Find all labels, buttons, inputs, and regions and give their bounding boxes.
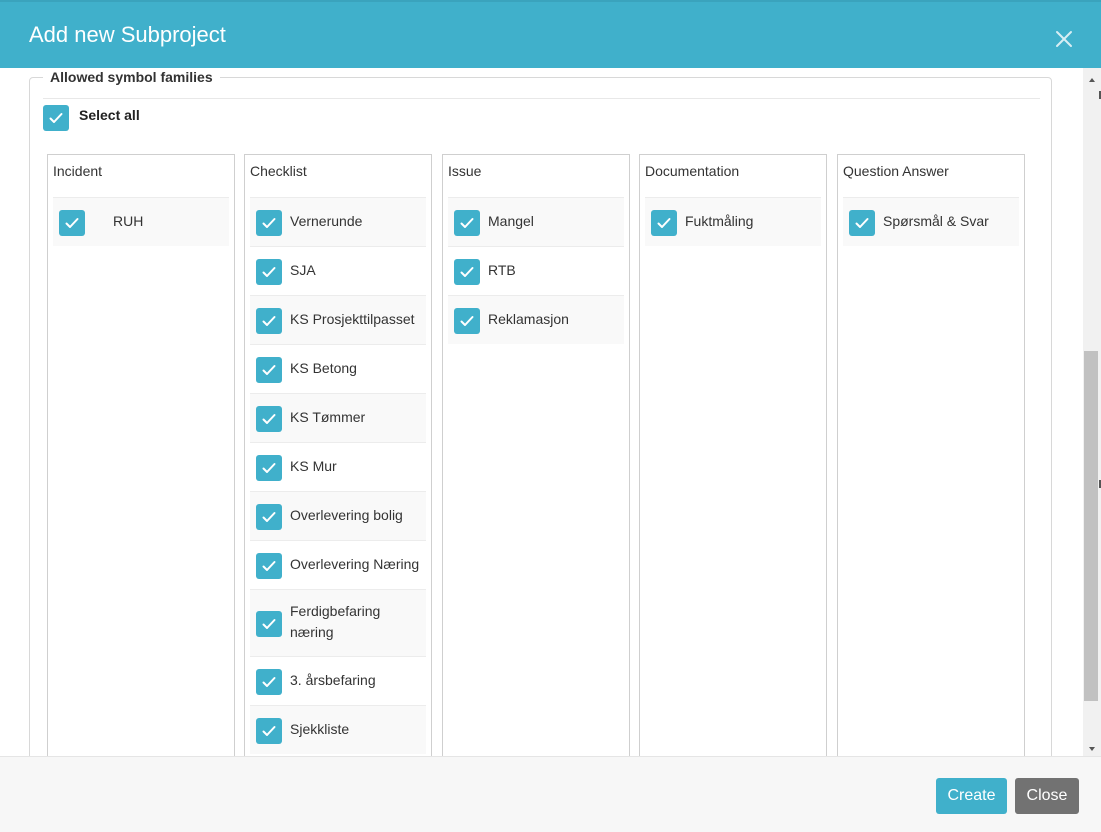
- item-label: KS Tømmer: [290, 409, 366, 425]
- item-label: SJA: [290, 262, 316, 278]
- item-label: KS Mur: [290, 458, 337, 474]
- list-item[interactable]: Fuktmåling: [645, 197, 821, 246]
- column-title: Incident: [53, 163, 103, 179]
- scroll-down-arrow-icon[interactable]: [1087, 741, 1097, 751]
- select-all-label: Select all: [79, 107, 140, 123]
- checkmark-icon: [65, 218, 79, 228]
- list-item[interactable]: RUH: [53, 197, 229, 246]
- column-issue: Issue Mangel RTB Reklamasjon: [442, 154, 630, 756]
- create-button[interactable]: Create: [936, 778, 1007, 814]
- list-item[interactable]: Ferdigbefaring næring: [250, 589, 426, 656]
- item-label: RTB: [488, 262, 516, 278]
- item-label: 3. årsbefaring: [290, 672, 376, 688]
- list-item[interactable]: KS Prosjekttilpasset: [250, 295, 426, 344]
- item-checkbox[interactable]: [454, 259, 480, 285]
- item-checkbox[interactable]: [256, 210, 282, 236]
- item-checkbox[interactable]: [256, 259, 282, 285]
- item-label: RUH: [113, 213, 144, 229]
- list-item[interactable]: Mangel: [448, 197, 624, 246]
- item-label: Mangel: [488, 213, 534, 229]
- column-title: Documentation: [645, 163, 740, 179]
- checkmark-icon: [262, 677, 276, 687]
- item-checkbox[interactable]: [256, 357, 282, 383]
- list-item[interactable]: Spørsmål & Svar: [843, 197, 1019, 246]
- column-question-answer: Question Answer Spørsmål & Svar: [837, 154, 1025, 756]
- close-icon[interactable]: [1052, 27, 1076, 51]
- select-all-checkbox[interactable]: [43, 105, 69, 131]
- item-checkbox[interactable]: [454, 308, 480, 334]
- item-label: Vernerunde: [290, 213, 363, 229]
- list-item[interactable]: 3. årsbefaring: [250, 656, 426, 705]
- item-label: Overlevering bolig: [290, 507, 403, 523]
- item-checkbox[interactable]: [59, 210, 85, 236]
- checkmark-icon: [262, 218, 276, 228]
- dialog-body: Allowed symbol families Select all Incid…: [0, 68, 1101, 756]
- checkmark-icon: [262, 414, 276, 424]
- item-checkbox[interactable]: [256, 504, 282, 530]
- item-label: Reklamasjon: [488, 311, 569, 327]
- checkmark-icon: [262, 561, 276, 571]
- item-checkbox[interactable]: [256, 718, 282, 744]
- dialog-title: Add new Subproject: [29, 22, 226, 47]
- item-label: Overlevering Næring: [290, 556, 420, 572]
- list-item[interactable]: KS Tømmer: [250, 393, 426, 442]
- item-label: Spørsmål & Svar: [883, 213, 989, 229]
- checkmark-icon: [262, 463, 276, 473]
- checkmark-icon: [262, 619, 276, 629]
- list-item[interactable]: Sjekkliste: [250, 705, 426, 754]
- item-label: Fuktmåling: [685, 213, 754, 229]
- column-title: Checklist: [250, 163, 307, 179]
- dialog-header: Add new Subproject: [0, 0, 1101, 68]
- checkmark-icon: [460, 218, 474, 228]
- column-documentation: Documentation Fuktmåling: [639, 154, 827, 756]
- item-label: Sjekkliste: [290, 721, 350, 737]
- item-checkbox[interactable]: [256, 611, 282, 637]
- item-checkbox[interactable]: [651, 210, 677, 236]
- item-checkbox[interactable]: [256, 669, 282, 695]
- list-item[interactable]: Overlevering bolig: [250, 491, 426, 540]
- checkmark-icon: [262, 316, 276, 326]
- list-item[interactable]: SJA: [250, 246, 426, 295]
- scroll-up-arrow-icon[interactable]: [1087, 72, 1097, 82]
- checkmark-icon: [262, 512, 276, 522]
- checkmark-icon: [855, 218, 869, 228]
- item-label: Ferdigbefaring næring: [290, 603, 381, 640]
- checkmark-icon: [460, 316, 474, 326]
- column-checklist: Checklist Vernerunde SJA KS Prosjekttilpass…: [244, 154, 432, 756]
- checkmark-icon: [460, 267, 474, 277]
- list-item[interactable]: Overlevering Næring: [250, 540, 426, 589]
- checkmark-icon: [262, 365, 276, 375]
- legend-divider: [43, 98, 1040, 99]
- list-item[interactable]: KS Mur: [250, 442, 426, 491]
- column-title: Issue: [448, 163, 482, 179]
- item-checkbox[interactable]: [256, 455, 282, 481]
- close-button[interactable]: Close: [1015, 778, 1079, 814]
- item-checkbox[interactable]: [849, 210, 875, 236]
- checkmark-icon: [262, 726, 276, 736]
- column-title: Question Answer: [843, 163, 949, 179]
- add-subproject-dialog: Add new Subproject Allowed symbol famili…: [0, 0, 1101, 832]
- checkmark-icon: [262, 267, 276, 277]
- item-label: KS Betong: [290, 360, 357, 376]
- item-label: KS Prosjekttilpasset: [290, 311, 415, 327]
- list-item[interactable]: Vernerunde: [250, 197, 426, 246]
- checkmark-icon: [49, 113, 63, 123]
- list-item[interactable]: Reklamasjon: [448, 295, 624, 344]
- item-checkbox[interactable]: [256, 553, 282, 579]
- column-incident: Incident RUH: [47, 154, 235, 756]
- fieldset-legend: Allowed symbol families: [43, 69, 220, 85]
- item-checkbox[interactable]: [256, 308, 282, 334]
- item-checkbox[interactable]: [256, 406, 282, 432]
- list-item[interactable]: RTB: [448, 246, 624, 295]
- list-item[interactable]: KS Betong: [250, 344, 426, 393]
- dialog-footer: Create Close: [0, 756, 1101, 832]
- item-checkbox[interactable]: [454, 210, 480, 236]
- scrollbar-thumb[interactable]: [1084, 351, 1098, 701]
- checkmark-icon: [657, 218, 671, 228]
